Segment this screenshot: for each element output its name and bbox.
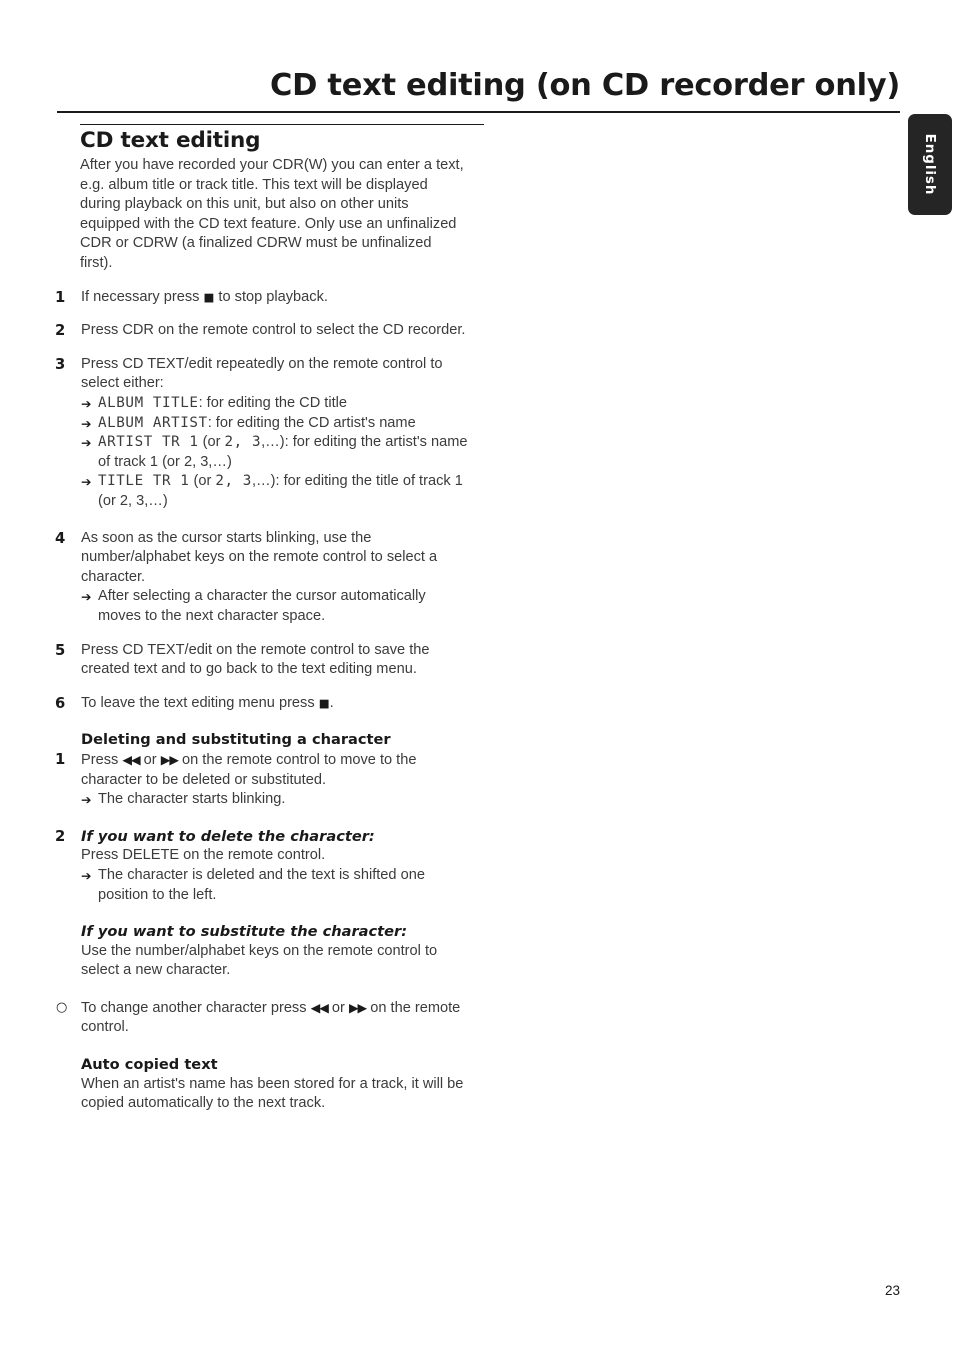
step-1-text-pre: If necessary press [81, 288, 200, 305]
step-3-number: 3 [55, 355, 66, 373]
step-6: 6 To leave the text editing menu press ■… [55, 694, 470, 714]
change-another-pre: To change another character press [81, 999, 307, 1016]
deleting-step-2-note: ➔ The character is deleted and the text … [81, 866, 470, 905]
step-5-number: 5 [55, 641, 66, 659]
step-4-number: 4 [55, 529, 66, 547]
step-1-body: If necessary press ■ to stop playback. [81, 288, 470, 308]
display-text-artist-tr-numbers: 2, 3 [224, 434, 262, 451]
deleting-step-1: 1 Press ◀◀ or ▶▶ on the remote control t… [55, 750, 470, 810]
header-divider [57, 111, 900, 114]
content-column: CD text editing After you have recorded … [55, 124, 484, 1114]
step-5: 5 Press CD TEXT/edit on the remote contr… [55, 641, 470, 680]
deleting-step-1-or: or [143, 751, 157, 768]
deleting-step-1-pre: Press [81, 751, 119, 768]
fast-forward-icon: ▶▶ [160, 751, 179, 767]
substitute-block: If you want to substitute the character:… [55, 922, 470, 981]
language-tab-english: English [908, 114, 952, 215]
step-4-text: As soon as the cursor starts blinking, u… [81, 529, 438, 585]
step-1-text-post: to stop playback. [218, 288, 328, 305]
display-text-artist-tr: ARTIST TR 1 [98, 434, 199, 451]
arrow-icon: ➔ [81, 589, 92, 605]
change-another-or: or [331, 999, 345, 1016]
display-text-album-title: ALBUM TITLE [98, 395, 199, 412]
step-6-text-post: . [329, 694, 334, 711]
rewind-icon: ◀◀ [310, 999, 329, 1015]
step-1: 1 If necessary press ■ to stop playback. [55, 288, 470, 308]
step-3-option-2-mid: (or [198, 434, 225, 451]
rewind-icon: ◀◀ [122, 751, 140, 767]
deleting-step-2-body: If you want to delete the character: Pre… [81, 827, 470, 905]
step-3-option-album-title: ➔ ALBUM TITLE: for editing the CD title [81, 394, 470, 414]
step-3: 3 Press CD TEXT/edit repeatedly on the r… [55, 355, 470, 512]
display-text-title-tr-numbers: 2, 3 [215, 473, 252, 490]
step-1-number: 1 [55, 288, 66, 306]
auto-copied-text-body: Auto copied text When an artist's name h… [81, 1055, 470, 1114]
step-3-option-0-rest: : for editing the CD title [198, 395, 348, 412]
step-2-body: Press CDR on the remote control to selec… [81, 322, 466, 339]
substitute-character-heading: If you want to substitute the character: [81, 923, 408, 941]
substitute-body: If you want to substitute the character:… [81, 922, 470, 981]
deleting-step-2-number: 2 [55, 827, 66, 845]
stop-square-icon: ■ [318, 695, 330, 710]
step-2: 2 Press CDR on the remote control to sel… [55, 321, 470, 341]
step-3-body: Press CD TEXT/edit repeatedly on the rem… [81, 355, 470, 512]
display-text-title-tr: TITLE TR 1 [98, 473, 190, 490]
step-4-note-text: After selecting a character the cursor a… [98, 588, 426, 624]
step-4-body: As soon as the cursor starts blinking, u… [81, 529, 470, 627]
section-heading: CD text editing [80, 128, 261, 154]
change-another-character-item: ○ To change another character press ◀◀ o… [55, 998, 470, 1038]
page-number: 23 [884, 1283, 900, 1298]
deleting-section-heading-row: Deleting and substituting a character [55, 730, 470, 750]
arrow-icon: ➔ [81, 415, 92, 431]
step-4-note: ➔ After selecting a character the cursor… [81, 587, 470, 626]
substitute-text: Use the number/alphabet keys on the remo… [81, 942, 438, 979]
step-3-option-1-rest: : for editing the CD artist's name [207, 414, 416, 431]
page-title: CD text editing (on CD recorder only) [270, 68, 900, 103]
deleting-step-1-number: 1 [55, 750, 66, 768]
deleting-step-1-text: Press ◀◀ or ▶▶ on the remote control to … [81, 750, 470, 790]
step-3-option-album-artist: ➔ ALBUM ARTIST: for editing the CD artis… [81, 414, 470, 434]
fast-forward-icon: ▶▶ [348, 999, 367, 1015]
step-3-option-3-mid: (or [189, 473, 216, 490]
deleting-step-1-note-text: The character starts blinking. [98, 791, 286, 808]
deleting-section-heading: Deleting and substituting a character [81, 731, 391, 749]
arrow-icon: ➔ [81, 435, 92, 451]
step-5-body: Press CD TEXT/edit on the remote control… [81, 641, 430, 678]
arrow-icon: ➔ [81, 474, 92, 490]
deleting-step-2-text: Press DELETE on the remote control. [81, 847, 326, 864]
delete-character-heading: If you want to delete the character: [81, 827, 375, 845]
display-text-album-artist: ALBUM ARTIST [98, 414, 208, 431]
section-intro-paragraph: After you have recorded your CDR(W) you … [80, 157, 464, 272]
step-6-number: 6 [55, 694, 66, 712]
circle-bullet-icon: ○ [56, 999, 68, 1015]
section-divider [80, 124, 484, 126]
change-another-character-body: To change another character press ◀◀ or … [81, 998, 470, 1038]
step-6-body: To leave the text editing menu press ■. [81, 694, 470, 714]
arrow-icon: ➔ [81, 792, 92, 808]
language-tab-label: English [922, 133, 938, 196]
step-4: 4 As soon as the cursor starts blinking,… [55, 529, 470, 627]
deleting-step-1-note: ➔ The character starts blinking. [81, 790, 470, 810]
deleting-step-2: 2 If you want to delete the character: P… [55, 827, 470, 905]
deleting-step-1-body: Press ◀◀ or ▶▶ on the remote control to … [81, 750, 470, 810]
step-2-number: 2 [55, 322, 66, 340]
auto-copied-text-heading: Auto copied text [81, 1056, 218, 1074]
step-3-option-title-tr: ➔ TITLE TR 1 (or 2, 3,…): for editing th… [81, 472, 470, 511]
deleting-step-2-note-text: The character is deleted and the text is… [98, 866, 425, 903]
step-3-text: Press CD TEXT/edit repeatedly on the rem… [81, 355, 443, 392]
step-6-text-pre: To leave the text editing menu press [81, 694, 315, 711]
stop-square-icon: ■ [203, 289, 215, 304]
auto-copied-text-block: Auto copied text When an artist's name h… [55, 1055, 470, 1114]
arrow-icon: ➔ [81, 396, 92, 412]
step-3-option-artist-tr: ➔ ARTIST TR 1 (or 2, 3,…): for editing t… [81, 433, 470, 472]
auto-copied-text-paragraph: When an artist's name has been stored fo… [81, 1075, 464, 1112]
arrow-icon: ➔ [81, 867, 92, 883]
